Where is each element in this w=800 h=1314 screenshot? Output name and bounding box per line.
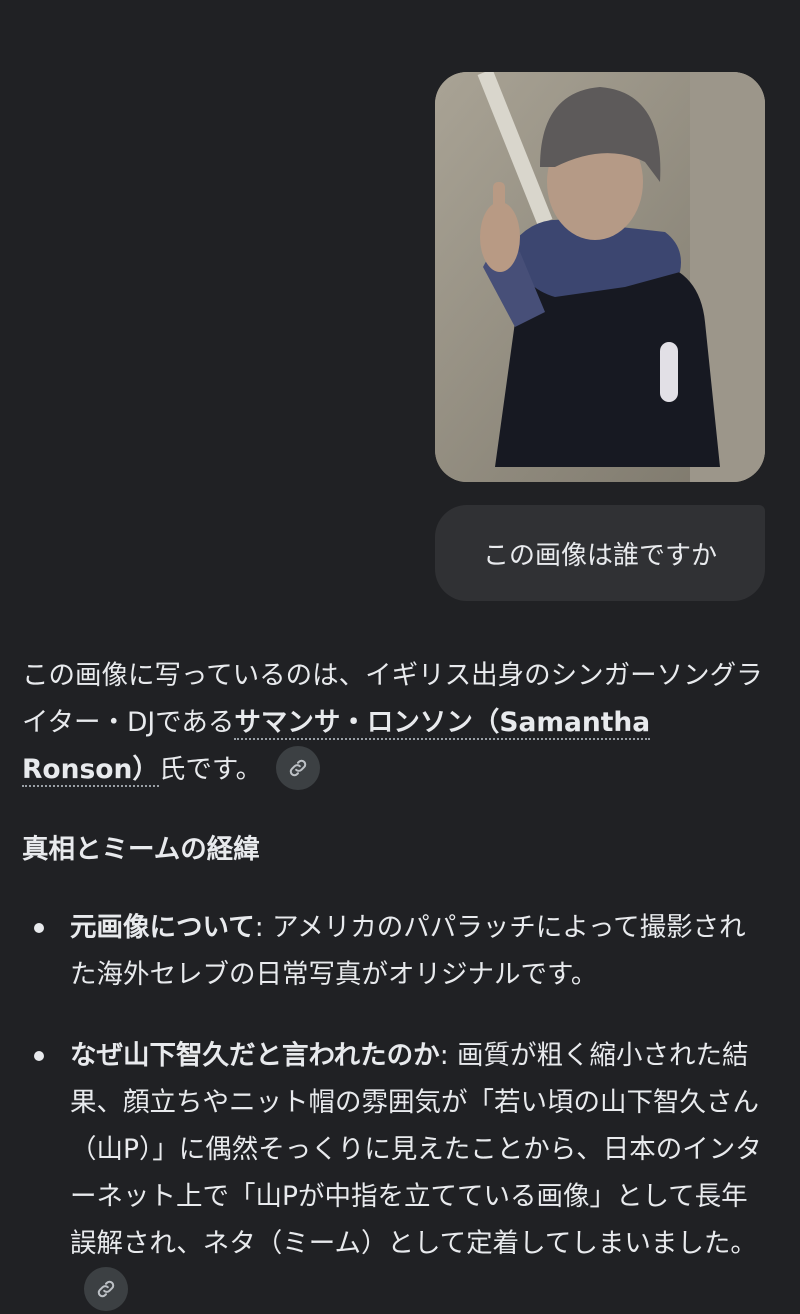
section-heading: 真相とミームの経緯 bbox=[22, 834, 260, 865]
bullet-title: 元画像について bbox=[70, 912, 255, 943]
bullet-title: なぜ山下智久だと言われたのか bbox=[70, 1040, 440, 1071]
user-message-bubble: この画像は誰ですか bbox=[435, 505, 765, 601]
assistant-response: この画像に写っているのは、イギリス出身のシンガーソングライター・DJであるサマン… bbox=[22, 652, 767, 793]
user-message-text: この画像は誰ですか bbox=[482, 540, 717, 571]
bullet-item: なぜ山下智久だと言われたのか: 画質が粗く縮小された結果、顔立ちやニット帽の雰囲… bbox=[22, 1032, 772, 1314]
response-intro: この画像に写っているのは、イギリス出身のシンガーソングライター・DJであるサマン… bbox=[22, 652, 767, 793]
bullet-list: 元画像について: アメリカのパパラッチによって撮影された海外セレブの日常写真がオ… bbox=[22, 904, 772, 1314]
source-link-button[interactable] bbox=[276, 745, 321, 790]
link-icon bbox=[289, 759, 307, 776]
bullet-text: : 画質が粗く縮小された結果、顔立ちやニット帽の雰囲気が「若い頃の山下智久さん（… bbox=[70, 1040, 762, 1259]
link-icon bbox=[97, 1280, 115, 1297]
bullet-item: 元画像について: アメリカのパパラッチによって撮影された海外セレブの日常写真がオ… bbox=[22, 904, 772, 998]
source-link-button[interactable] bbox=[84, 1266, 128, 1311]
attached-photo[interactable] bbox=[435, 72, 765, 482]
